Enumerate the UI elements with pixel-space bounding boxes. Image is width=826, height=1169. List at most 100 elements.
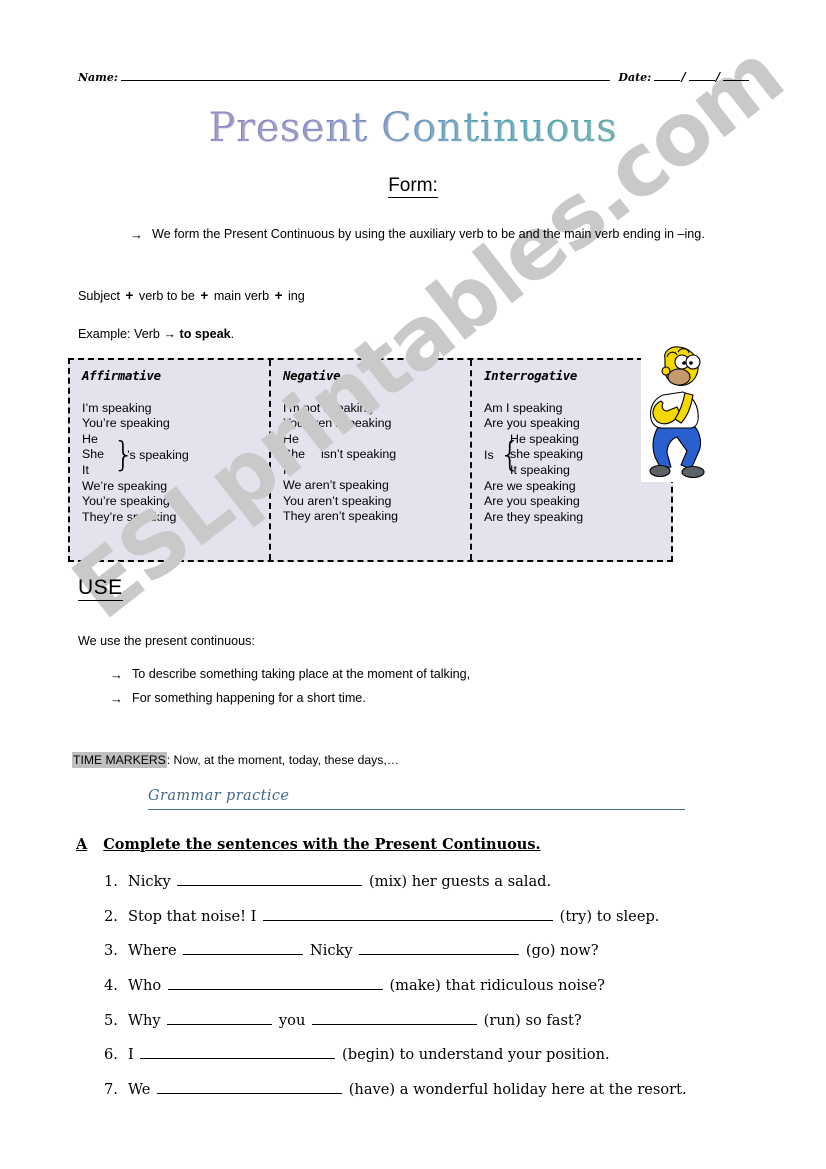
- exercise-item: 2. Stop that noise! I (try) to sleep.: [104, 907, 764, 927]
- exercise-item: 6. I (begin) to understand your position.: [104, 1045, 764, 1065]
- column-header-negative: Negative: [283, 368, 341, 383]
- exercise-item-body: Nicky (mix) her guests a salad.: [128, 872, 764, 892]
- arrow-icon: →: [110, 691, 123, 706]
- column-header-affirmative: Affirmative: [82, 368, 161, 383]
- conj-line: Are they speaking: [484, 509, 584, 524]
- exercise-text-middle: you: [274, 1011, 311, 1029]
- exercise-item-number: 5.: [104, 1011, 118, 1029]
- student-header: Name: Date: / /: [78, 70, 750, 90]
- date-year-blank[interactable]: [723, 79, 749, 81]
- exercise-text-before: Nicky: [128, 873, 176, 890]
- exercise-text-before: I: [128, 1046, 139, 1064]
- negative-pronoun-group: He She isn’t speaking It: [283, 432, 470, 478]
- exercise-text-before: Why: [128, 1011, 166, 1029]
- date-label: Date:: [618, 71, 652, 84]
- exercise-heading: A Complete the sentences with the Present…: [76, 836, 541, 853]
- conj-line: You’re speaking: [82, 416, 170, 431]
- form-bullet-text: We form the Present Continuous by using …: [152, 227, 705, 241]
- use-intro-text: We use the present continuous:: [78, 634, 255, 648]
- conjugation-table: Affirmative I’m speaking You’re speaking…: [68, 358, 673, 562]
- exercise-item-body: Where Nicky (go) now?: [128, 941, 764, 961]
- exercise-item-number: 3.: [104, 942, 118, 960]
- time-markers-label: TIME MARKERS: [72, 752, 167, 768]
- form-example-line: Example: Verb → to speak.: [78, 327, 234, 341]
- exercise-text-before: We: [128, 1081, 156, 1099]
- answer-blank[interactable]: [359, 942, 520, 956]
- conj-line: You’re speaking: [82, 494, 170, 509]
- affirmative-group-tail: ’s speaking: [127, 447, 189, 462]
- grammar-practice-title: Grammar practice: [148, 788, 290, 804]
- time-markers-text: : Now, at the moment, today, these days,…: [166, 753, 399, 767]
- use-bullet-1-text: To describe something taking place at th…: [132, 667, 471, 681]
- form-section-heading: Form:: [0, 175, 826, 198]
- plus-icon-1: +: [125, 288, 134, 303]
- name-label: Name:: [78, 71, 118, 84]
- exercise-list: 1. Nicky (mix) her guests a salad. 2. Stop …: [104, 872, 764, 1115]
- answer-blank[interactable]: [140, 1046, 336, 1060]
- exercise-item: 5. Why you (run) so fast?: [104, 1011, 764, 1031]
- use-bullet-2-text: For something happening for a short time…: [132, 691, 366, 705]
- form-section-heading-text: Form:: [388, 175, 438, 198]
- conjugation-column-affirmative: Affirmative I’m speaking You’re speaking…: [70, 360, 269, 560]
- name-blank-line[interactable]: [120, 79, 611, 81]
- conj-line: We’re speaking: [82, 478, 168, 493]
- example-prefix: Example: Verb: [78, 327, 160, 341]
- date-month-blank[interactable]: [688, 79, 715, 81]
- conj-line: He: [283, 431, 299, 446]
- structure-ing: ing: [288, 289, 305, 303]
- answer-blank[interactable]: [177, 873, 363, 886]
- answer-blank[interactable]: [262, 907, 553, 921]
- structure-subject: Subject: [78, 289, 121, 303]
- conj-line: Are you speaking: [484, 494, 580, 509]
- exercise-item: 7. We (have) a wonderful holiday here at …: [104, 1080, 764, 1100]
- use-section-heading: USE: [78, 576, 123, 601]
- exercise-item-number: 2.: [104, 907, 118, 925]
- answer-blank[interactable]: [183, 942, 304, 956]
- structure-verb-to-be: verb to be: [138, 289, 195, 303]
- homer-simpson-icon: [649, 346, 705, 479]
- exercise-item: 1. Nicky (mix) her guests a salad.: [104, 872, 764, 892]
- exercise-item-body: Why you (run) so fast?: [128, 1011, 764, 1031]
- example-verb: to speak: [179, 327, 231, 341]
- use-bullet-2: → For something happening for a short ti…: [110, 688, 710, 710]
- conjugation-column-negative: Negative I’m not speaking You aren’t spe…: [269, 360, 470, 560]
- answer-blank[interactable]: [167, 1011, 273, 1025]
- answer-blank[interactable]: [157, 1081, 343, 1095]
- answer-blank[interactable]: [312, 1011, 478, 1025]
- plus-icon-2: +: [200, 288, 209, 303]
- use-bullet-1: → To describe something taking place at …: [110, 664, 710, 686]
- exercise-text-after: (run) so fast?: [479, 1011, 582, 1029]
- conj-line: They aren’t speaking: [283, 509, 399, 524]
- exercise-item-body: We (have) a wonderful holiday here at th…: [128, 1080, 764, 1100]
- page-title-text: Present Continuous: [208, 105, 618, 151]
- negative-subject-she: She: [283, 447, 306, 462]
- use-section-heading-text: USE: [78, 576, 123, 601]
- interrogative-group-lead: Is: [484, 447, 494, 462]
- worksheet-page: ESLprintables.com Name: Date: / / Presen…: [0, 0, 826, 1169]
- conj-line: You aren’t speaking: [283, 493, 392, 508]
- homer-simpson-clipart: [641, 345, 709, 482]
- grammar-practice-section: Grammar practice: [148, 788, 685, 810]
- exercise-text-before: Stop that noise! I: [128, 907, 261, 925]
- form-structure-line: Subject + verb to be + main verb + ing: [78, 288, 305, 303]
- grammar-practice-divider: [148, 808, 685, 810]
- conj-line: They’re speaking: [82, 509, 177, 524]
- form-bullet: → We form the Present Continuous by usin…: [130, 224, 760, 246]
- plus-icon-3: +: [274, 288, 283, 303]
- exercise-item: 4. Who (make) that ridiculous noise?: [104, 976, 764, 996]
- exercise-text-after: (have) a wonderful holiday here at the r…: [344, 1081, 687, 1099]
- structure-main-verb: main verb: [213, 289, 270, 303]
- conj-line: It: [82, 462, 89, 477]
- answer-blank[interactable]: [167, 977, 383, 991]
- exercise-text-after: (go) now?: [521, 942, 599, 960]
- negative-group-tail: isn’t speaking: [321, 447, 397, 462]
- exercise-item-number: 7.: [104, 1081, 118, 1099]
- exercise-item-body: I (begin) to understand your position.: [128, 1045, 764, 1065]
- conj-line: We aren’t speaking: [283, 478, 389, 493]
- date-day-blank[interactable]: [654, 79, 681, 81]
- conj-line: You aren’t speaking: [283, 416, 392, 431]
- exercise-item-number: 6.: [104, 1046, 118, 1064]
- arrow-icon: →: [110, 667, 123, 682]
- exercise-text-before: Where: [128, 942, 182, 960]
- date-separator-2: /: [715, 70, 720, 84]
